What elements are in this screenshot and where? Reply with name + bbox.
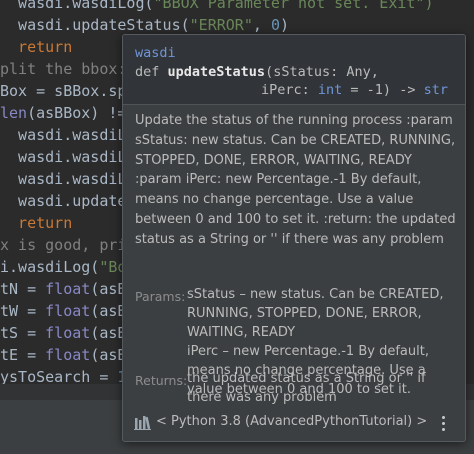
return-type[interactable]: str — [424, 82, 448, 98]
code-token: len — [0, 104, 28, 122]
param-sstatus-name: sStatus — [187, 287, 236, 302]
code-token: plit the bbox: — [0, 60, 127, 78]
popup-footer: < Python 3.8 (AdvancedPythonTutorial) > — [123, 405, 465, 441]
code-token: "ERROR" — [189, 16, 253, 34]
code-line[interactable]: return — [0, 212, 72, 234]
more-vertical-icon[interactable] — [433, 412, 453, 434]
code-line[interactable]: tE = float(asBB — [0, 344, 135, 366]
code-token: tW = — [0, 302, 46, 320]
param-sstatus-doc: sStatus – new status. Can be CREATED, RU… — [187, 285, 455, 342]
signature-header: wasdi def updateStatus(sStatus: Any, iPe… — [123, 35, 465, 105]
code-line[interactable]: i.wasdiLog("Bo — [0, 256, 126, 278]
code-token: wasdi.wasdiLo — [0, 126, 136, 144]
code-line[interactable]: x is good, prin — [0, 234, 135, 256]
code-token: tS = — [0, 324, 46, 342]
code-token: "BBOX Parameter not set. Exit") — [153, 0, 434, 12]
code-token: wasdi.wasdiLog( — [0, 0, 154, 12]
description-text: Update the status of the running process… — [135, 113, 456, 247]
code-token: , — [252, 16, 271, 34]
code-line[interactable]: return — [0, 36, 72, 58]
code-token: tN = — [0, 280, 46, 298]
code-line[interactable]: tW = float(asBB — [0, 300, 135, 322]
def-keyword: def — [135, 64, 168, 80]
code-line[interactable]: len(asBBox) != — [0, 102, 126, 124]
returns-desc: the updated status as a String or '' if … — [187, 371, 426, 405]
code-token: Box = sBBox.spl — [0, 82, 136, 100]
quick-documentation-popup[interactable]: wasdi def updateStatus(sStatus: Any, iPe… — [122, 34, 466, 442]
code-token: return — [0, 38, 73, 56]
signature-params-2: = -1) -> — [342, 82, 424, 98]
code-token: float — [45, 302, 91, 320]
code-line[interactable]: tN = float(asBB — [0, 278, 135, 300]
code-token: tE = — [0, 346, 46, 364]
code-token: x is good, prin — [0, 236, 136, 254]
code-line[interactable]: wasdi.wasdiLog("BBOX Parameter not set. … — [0, 0, 434, 14]
code-line[interactable]: wasdi.updateStatus("ERROR", 0) — [0, 14, 289, 36]
code-token: float — [45, 324, 91, 342]
returns-section: Returns: the updated status as a String … — [123, 369, 465, 409]
code-line[interactable]: ysToSearch = 10 — [0, 366, 135, 384]
code-line[interactable]: tS = float(asBB — [0, 322, 135, 344]
code-token: return — [0, 214, 73, 232]
code-token: float — [45, 280, 91, 298]
code-token: ysToSearch = — [0, 368, 118, 384]
signature-line-2: iPerc: int = -1) -> str — [261, 82, 448, 98]
returns-label: Returns: — [135, 373, 188, 388]
code-token: float — [45, 346, 91, 364]
module-name[interactable]: wasdi — [135, 45, 176, 61]
type-int[interactable]: int — [318, 82, 342, 98]
code-token: ) — [279, 16, 289, 34]
param-iperc: iPerc: — [261, 82, 318, 98]
signature-line-1: def updateStatus(sStatus: Any, — [135, 64, 379, 80]
code-token: (asBBox) != — [27, 104, 127, 122]
sdk-link[interactable]: < Python 3.8 (AdvancedPythonTutorial) > — [156, 414, 427, 429]
signature-params-1: (sStatus: Any, — [265, 64, 379, 80]
function-name: updateStatus — [167, 64, 266, 80]
code-token: i.wasdiLog( — [0, 258, 100, 276]
code-line[interactable]: Box = sBBox.spl — [0, 80, 135, 102]
code-token: 0 — [270, 16, 280, 34]
param-iperc-name: iPerc — [187, 344, 219, 359]
code-token: wasdi.updateStatus( — [0, 16, 190, 34]
library-icon — [134, 416, 151, 430]
params-label: Params: — [135, 289, 186, 304]
